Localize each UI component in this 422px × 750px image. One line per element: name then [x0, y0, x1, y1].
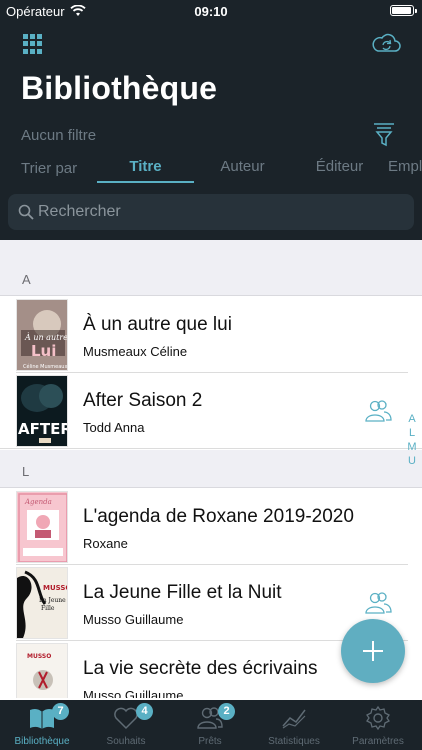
tab-badge: 4	[136, 703, 153, 720]
svg-text:Fille: Fille	[41, 605, 55, 612]
tab-bar: 7 Bibliothèque 4 Souhaits 2 Prêts Statis…	[0, 700, 422, 750]
sort-tab-publisher[interactable]: Éditeur	[291, 158, 388, 175]
tab-label: Statistiques	[268, 736, 320, 747]
loaned-people-icon	[365, 592, 392, 614]
index-letter[interactable]: U	[405, 454, 419, 468]
add-book-button[interactable]	[341, 619, 405, 683]
svg-text:MUSSO: MUSSO	[27, 653, 51, 660]
index-letter[interactable]: A	[405, 412, 419, 426]
battery-icon	[390, 5, 417, 16]
tab-loans[interactable]: 2 Prêts	[168, 700, 252, 750]
filter-icon[interactable]	[372, 122, 396, 148]
sort-tab-location[interactable]: Empl	[388, 158, 422, 175]
section-letter: A	[22, 272, 31, 287]
book-title: After Saison 2	[83, 390, 203, 411]
book-row[interactable]: AFTER After Saison 2 Todd Anna	[0, 373, 422, 449]
index-letter[interactable]: L	[405, 426, 419, 440]
tab-badge: 7	[52, 703, 69, 720]
tab-statistics[interactable]: Statistiques	[252, 700, 336, 750]
book-row[interactable]: À un autre Lui Céline Musmeaux À un autr…	[0, 297, 422, 373]
app-screen: Opérateur 09:10 Bibliothèque Aucun filtr…	[0, 0, 422, 750]
book-author: Musso Guillaume	[83, 688, 184, 698]
sort-label: Trier par	[21, 160, 78, 177]
svg-text:Agenda: Agenda	[24, 498, 52, 506]
book-cover: Agenda	[16, 491, 68, 563]
section-header-l: L	[0, 450, 422, 488]
gear-icon	[366, 706, 390, 730]
filter-status[interactable]: Aucun filtre	[21, 127, 96, 144]
tab-settings[interactable]: Paramètres	[336, 700, 420, 750]
svg-text:À un autre: À un autre	[24, 333, 68, 342]
book-title: La vie secrète des écrivains	[83, 658, 318, 679]
book-cover: MUSSO	[16, 643, 68, 698]
tab-label: Prêts	[198, 736, 222, 747]
sort-bar: Trier par Titre Auteur Éditeur Empl	[0, 150, 422, 184]
tab-library[interactable]: 7 Bibliothèque	[0, 700, 84, 750]
svg-text:La Jeune: La Jeune	[39, 597, 66, 604]
grid-view-icon[interactable]	[23, 34, 43, 54]
book-author: Musmeaux Céline	[83, 344, 188, 359]
status-bar: Opérateur 09:10	[0, 0, 422, 22]
active-sort-indicator	[97, 181, 194, 183]
tab-label: Souhaits	[106, 736, 146, 747]
chart-icon	[282, 709, 306, 729]
book-cover: MUSSO La Jeune Fille	[16, 567, 68, 639]
book-cover: AFTER	[16, 375, 68, 447]
search-input[interactable]	[38, 200, 398, 224]
section-letter: L	[22, 464, 30, 479]
book-author: Todd Anna	[83, 420, 145, 435]
book-row[interactable]: Agenda L'agenda de Roxane 2019-2020 Roxa…	[0, 489, 422, 565]
book-cover: À un autre Lui Céline Musmeaux	[16, 299, 68, 371]
book-author: Roxane	[83, 536, 128, 551]
clock: 09:10	[194, 4, 228, 19]
tab-label: Paramètres	[352, 736, 404, 747]
svg-text:Lui: Lui	[31, 342, 56, 360]
book-title: La Jeune Fille et la Nuit	[83, 582, 282, 603]
svg-text:Céline Musmeaux: Céline Musmeaux	[23, 363, 67, 370]
section-header-a: A	[0, 240, 422, 296]
tab-label: Bibliothèque	[14, 736, 70, 747]
search-bar	[8, 194, 414, 230]
tab-badge: 2	[218, 703, 235, 720]
book-title: À un autre que lui	[83, 314, 232, 335]
sort-tab-author[interactable]: Auteur	[194, 158, 291, 175]
book-author: Musso Guillaume	[83, 612, 184, 627]
loaned-people-icon	[365, 400, 392, 422]
sort-tab-title[interactable]: Titre	[97, 158, 194, 175]
tab-wishlist[interactable]: 4 Souhaits	[84, 700, 168, 750]
book-title: L'agenda de Roxane 2019-2020	[83, 506, 354, 527]
svg-text:AFTER: AFTER	[18, 420, 68, 438]
page-title: Bibliothèque	[21, 70, 218, 106]
index-letter[interactable]: M	[405, 440, 419, 454]
library-header: Bibliothèque Aucun filtre Trier par Titr…	[0, 22, 422, 240]
cloud-sync-icon[interactable]	[370, 32, 402, 54]
alphabet-index[interactable]: A L M U	[405, 412, 419, 468]
svg-text:MUSSO: MUSSO	[43, 584, 68, 592]
search-icon	[18, 204, 34, 220]
